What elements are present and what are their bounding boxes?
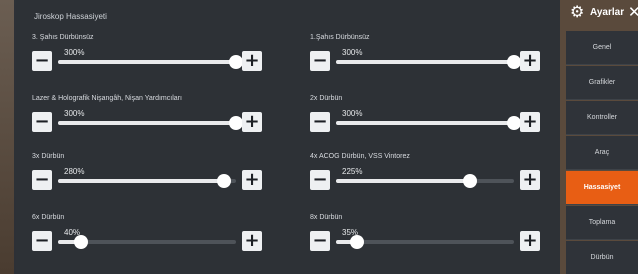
slider-track[interactable] (336, 116, 521, 130)
increase-button[interactable]: + (520, 51, 540, 71)
setting-label: 6x Dürbün (32, 214, 65, 221)
slider-fill (58, 179, 224, 183)
plus-icon: + (522, 111, 538, 132)
increase-button[interactable]: + (520, 170, 540, 190)
slider-handle[interactable] (350, 235, 365, 249)
slider-handle[interactable] (229, 55, 243, 69)
slider-track[interactable] (336, 235, 514, 249)
decrease-button[interactable]: − (32, 231, 52, 251)
minus-icon: − (312, 230, 328, 251)
plus-icon: + (522, 169, 538, 190)
slider-handle[interactable] (462, 174, 477, 188)
decrease-button[interactable]: − (310, 112, 330, 132)
plus-icon: + (244, 111, 260, 132)
setting-3x-scope: 3x Dürbün − 280% + (32, 153, 262, 203)
slider-fill (336, 121, 514, 125)
setting-value: 300% (342, 48, 363, 57)
tab-graphics[interactable]: Grafikler (566, 66, 638, 100)
setting-label: 3x Dürbün (32, 153, 65, 160)
decrease-button[interactable]: − (32, 112, 52, 132)
setting-label: Lazer & Holografik Nişangâh, Nişan Yardı… (32, 95, 182, 102)
setting-value: 300% (64, 48, 85, 57)
setting-6x-scope: 6x Dürbün − 40% + (32, 214, 262, 264)
setting-label: 3. Şahıs Dürbünsüz (32, 34, 94, 41)
slider-handle[interactable] (507, 55, 521, 69)
setting-3p-no-scope: 3. Şahıs Dürbünsüz − 300% + (32, 34, 262, 84)
tab-vehicle[interactable]: Araç (566, 136, 638, 170)
minus-icon: − (34, 50, 50, 71)
decrease-button[interactable]: − (32, 51, 52, 71)
minus-icon: − (34, 169, 50, 190)
increase-button[interactable]: + (520, 231, 540, 251)
minus-icon: − (34, 230, 50, 251)
slider-track[interactable] (58, 174, 236, 188)
slider-fill (58, 60, 236, 64)
slider-handle[interactable] (74, 235, 89, 249)
setting-2x-scope: 2x Dürbün − 300% + (310, 95, 540, 145)
tab-sensitivity[interactable]: Hassasiyet (566, 171, 638, 205)
gear-icon: ⚙ (570, 2, 585, 21)
slider-handle[interactable] (216, 174, 231, 188)
plus-icon: + (244, 50, 260, 71)
settings-panel: Jiroskop Hassasiyeti 3. Şahıs Dürbünsüz … (14, 0, 560, 274)
setting-8x-scope: 8x Dürbün − 35% + (310, 214, 540, 264)
setting-1p-no-scope: 1.Şahıs Dürbünsüz − 300% + (310, 34, 540, 84)
increase-button[interactable]: + (242, 231, 262, 251)
increase-button[interactable]: + (520, 112, 540, 132)
increase-button[interactable]: + (242, 112, 262, 132)
slider-track[interactable] (336, 55, 521, 69)
plus-icon: + (244, 169, 260, 190)
plus-icon: + (522, 50, 538, 71)
slider-fill (336, 179, 470, 183)
slider-track[interactable] (58, 55, 243, 69)
slider-track[interactable] (336, 174, 514, 188)
tab-controls[interactable]: Kontroller (566, 101, 638, 135)
slider-fill (336, 60, 514, 64)
setting-red-dot-holo: Lazer & Holografik Nişangâh, Nişan Yardı… (32, 95, 262, 145)
minus-icon: − (312, 169, 328, 190)
sidebar-header: ⚙ Ayarlar ✕ (566, 0, 638, 28)
decrease-button[interactable]: − (310, 51, 330, 71)
close-icon[interactable]: ✕ (628, 3, 638, 21)
slider-track[interactable] (58, 235, 236, 249)
minus-icon: − (312, 111, 328, 132)
setting-label: 1.Şahıs Dürbünsüz (310, 34, 370, 41)
setting-value: 280% (64, 167, 85, 176)
minus-icon: − (312, 50, 328, 71)
panel-title: Jiroskop Hassasiyeti (34, 12, 107, 21)
setting-4x-acog: 4x ACOG Dürbün, VSS Vintorez − 225% + (310, 153, 540, 203)
settings-sidebar: ⚙ Ayarlar ✕ Genel Grafikler Kontroller A… (566, 0, 638, 274)
plus-icon: + (244, 230, 260, 251)
setting-label: 4x ACOG Dürbün, VSS Vintorez (310, 153, 410, 160)
decrease-button[interactable]: − (310, 231, 330, 251)
increase-button[interactable]: + (242, 170, 262, 190)
increase-button[interactable]: + (242, 51, 262, 71)
tab-pickup[interactable]: Toplama (566, 206, 638, 240)
slider-track[interactable] (58, 116, 243, 130)
slider-handle[interactable] (229, 116, 243, 130)
sidebar-title: Ayarlar (590, 7, 625, 18)
tab-scope[interactable]: Dürbün (566, 241, 638, 274)
setting-value: 300% (342, 109, 363, 118)
slider-handle[interactable] (507, 116, 521, 130)
slider-fill (58, 121, 236, 125)
minus-icon: − (34, 111, 50, 132)
plus-icon: + (522, 230, 538, 251)
setting-value: 300% (64, 109, 85, 118)
setting-label: 8x Dürbün (310, 214, 343, 221)
tab-general[interactable]: Genel (566, 31, 638, 65)
decrease-button[interactable]: − (310, 170, 330, 190)
setting-label: 2x Dürbün (310, 95, 343, 102)
decrease-button[interactable]: − (32, 170, 52, 190)
setting-value: 225% (342, 167, 363, 176)
